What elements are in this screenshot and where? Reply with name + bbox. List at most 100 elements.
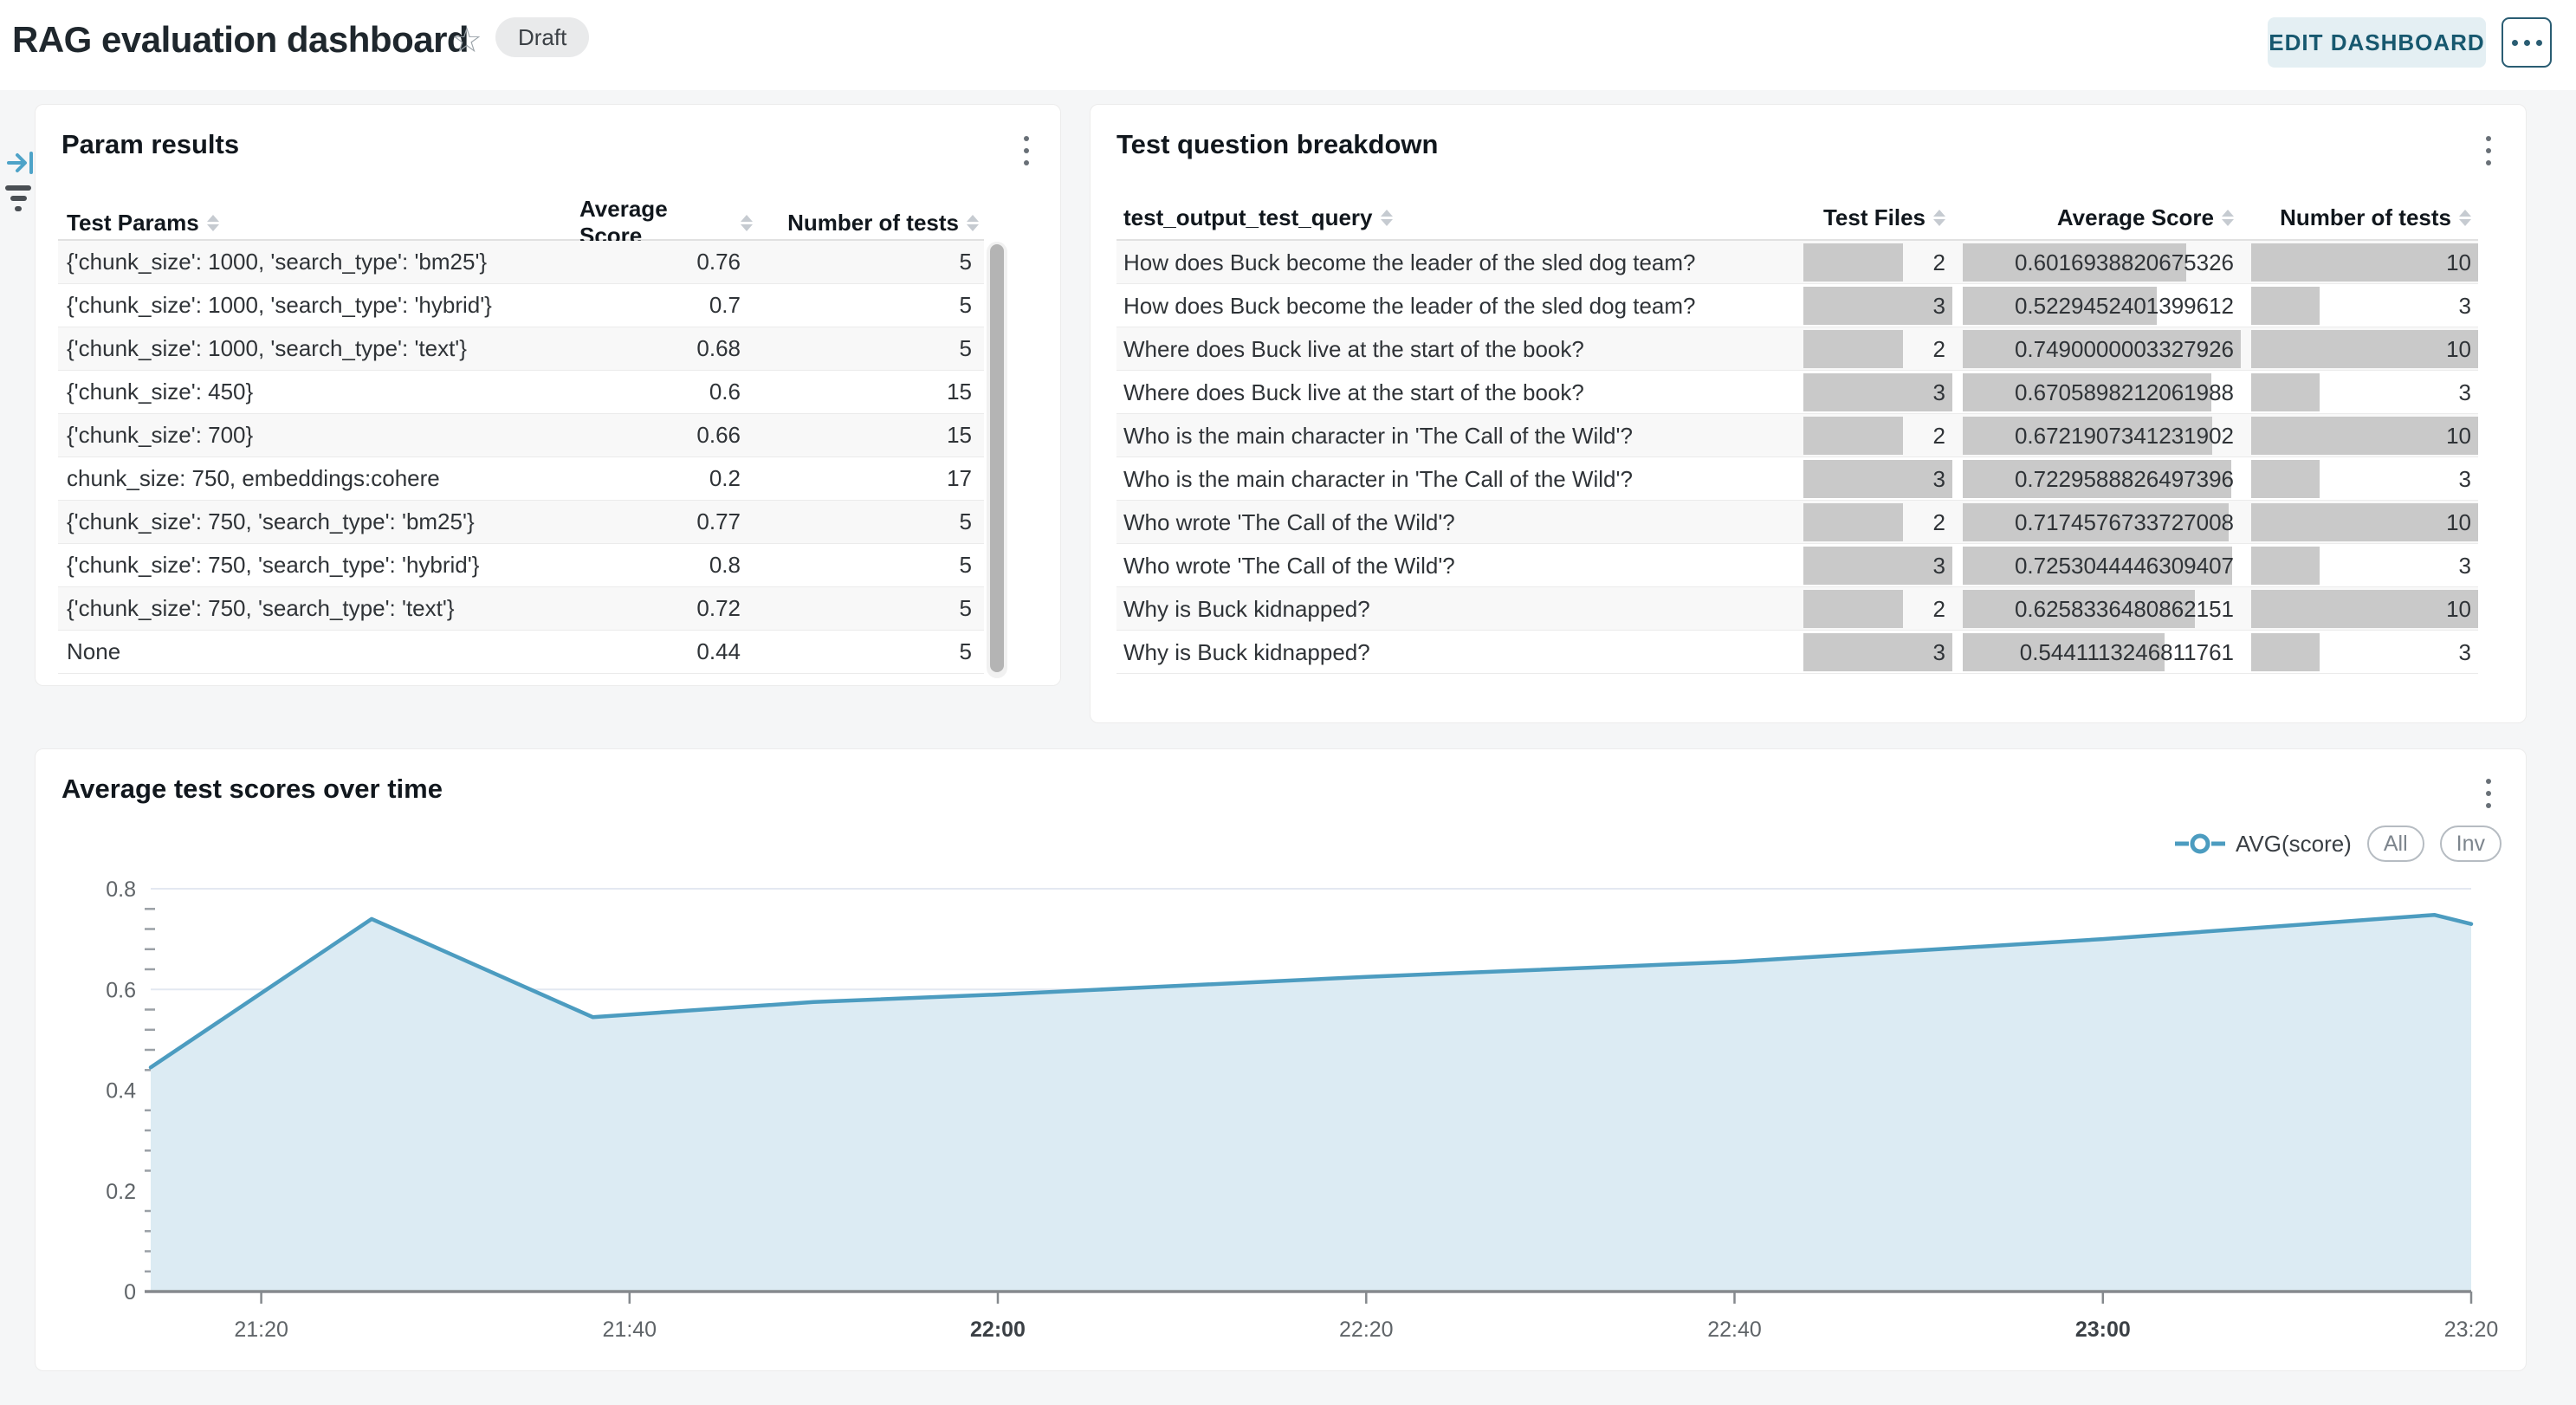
data-bar — [1803, 417, 1903, 455]
cell-test-params: {'chunk_size': 1000, 'search_type': 'tex… — [58, 335, 579, 362]
cell-average-score: 0.7253044446309407 — [1952, 544, 2241, 587]
scrollbar-thumb[interactable] — [990, 244, 1004, 672]
table-row: {'chunk_size': 1000, 'search_type': 'hyb… — [58, 284, 984, 327]
table-row: {'chunk_size': 750, 'search_type': 'bm25… — [58, 501, 984, 544]
data-bar — [2251, 590, 2478, 628]
cell-query: Where does Buck live at the start of the… — [1116, 336, 1793, 363]
cell-number-of-tests: 15 — [753, 422, 984, 449]
svg-text:23:00: 23:00 — [2075, 1318, 2131, 1342]
cell-number-of-tests: 5 — [753, 335, 984, 362]
cell-query: Why is Buck kidnapped? — [1116, 639, 1793, 666]
sort-icon — [2459, 210, 2471, 226]
cell-number-of-tests: 10 — [2241, 414, 2478, 457]
legend-item-avg-score[interactable]: AVG(score) — [2175, 831, 2352, 858]
table-row: {'chunk_size': 1000, 'search_type': 'tex… — [58, 327, 984, 371]
column-header-query[interactable]: test_output_test_query — [1116, 204, 1793, 231]
cell-average-score: 0.77 — [579, 508, 753, 535]
cell-average-score: 0.7229588826497396 — [1952, 457, 2241, 501]
scores-chart-svg: 21:2021:4022:0022:2022:4023:0023:2000.20… — [42, 876, 2520, 1361]
svg-text:23:20: 23:20 — [2444, 1318, 2499, 1342]
page-header: RAG evaluation dashboard ☆ Draft EDIT DA… — [0, 0, 2576, 90]
cell-number-of-tests: 5 — [753, 249, 984, 275]
table-row: Who wrote 'The Call of the Wild'? 2 0.71… — [1116, 501, 2478, 544]
cell-average-score: 0.6016938820675326 — [1952, 241, 2241, 284]
cell-query: Who is the main character in 'The Call o… — [1116, 466, 1793, 493]
param-results-rows: {'chunk_size': 1000, 'search_type': 'bm2… — [58, 241, 984, 674]
cell-query: Who is the main character in 'The Call o… — [1116, 423, 1793, 450]
favorite-star-icon[interactable]: ☆ — [451, 21, 482, 61]
cell-average-score: 0.6 — [579, 379, 753, 405]
question-breakdown-card: Test question breakdown test_output_test… — [1090, 104, 2527, 723]
table-row: {'chunk_size': 750, 'search_type': 'hybr… — [58, 544, 984, 587]
cell-average-score: 0.76 — [579, 249, 753, 275]
collapse-panel-icon[interactable] — [7, 149, 35, 181]
cell-number-of-tests: 10 — [2241, 587, 2478, 631]
card-title: Test question breakdown — [1116, 129, 1438, 160]
range-button-inv[interactable]: Inv — [2440, 826, 2502, 862]
table-row: {'chunk_size': 450} 0.6 15 — [58, 371, 984, 414]
cell-query: Who wrote 'The Call of the Wild'? — [1116, 509, 1793, 536]
cell-average-score: 0.6705898212061988 — [1952, 371, 2241, 414]
cell-number-of-tests: 5 — [753, 552, 984, 579]
table-row: {'chunk_size': 750, 'search_type': 'text… — [58, 587, 984, 631]
card-title: Average test scores over time — [61, 774, 443, 805]
cell-test-files: 3 — [1793, 457, 1952, 501]
column-header-number-of-tests[interactable]: Number of tests — [753, 210, 984, 236]
card-menu-kebab-icon[interactable] — [2482, 775, 2495, 812]
page-title: RAG evaluation dashboard — [12, 19, 469, 61]
cell-number-of-tests: 10 — [2241, 241, 2478, 284]
cell-average-score: 0.6721907341231902 — [1952, 414, 2241, 457]
cell-test-params: {'chunk_size': 1000, 'search_type': 'bm2… — [58, 249, 579, 275]
cell-query: Who wrote 'The Call of the Wild'? — [1116, 553, 1793, 579]
question-breakdown-rows: How does Buck become the leader of the s… — [1116, 241, 2478, 674]
param-results-card: Param results Test Params Average Score … — [35, 104, 1061, 686]
range-button-all[interactable]: All — [2367, 826, 2424, 862]
data-bar — [2251, 330, 2478, 368]
cell-query: Why is Buck kidnapped? — [1116, 596, 1793, 623]
column-header-average-score[interactable]: Average Score — [1952, 204, 2241, 231]
data-bar — [2251, 633, 2320, 671]
table-scrollbar — [987, 242, 1007, 678]
cell-number-of-tests: 3 — [2241, 371, 2478, 414]
cell-number-of-tests: 5 — [753, 292, 984, 319]
table-row: Who wrote 'The Call of the Wild'? 3 0.72… — [1116, 544, 2478, 587]
cell-average-score: 0.2 — [579, 465, 753, 492]
card-menu-kebab-icon[interactable] — [1020, 133, 1032, 169]
more-options-button[interactable] — [2502, 17, 2552, 68]
table-row: Why is Buck kidnapped? 2 0.6258336480862… — [1116, 587, 2478, 631]
edit-dashboard-button[interactable]: EDIT DASHBOARD — [2268, 17, 2486, 68]
table-header-row: test_output_test_query Test Files Averag… — [1116, 196, 2478, 241]
svg-text:22:00: 22:00 — [970, 1318, 1026, 1342]
cell-test-params: {'chunk_size': 750, 'search_type': 'text… — [58, 595, 579, 622]
cell-test-params: {'chunk_size': 1000, 'search_type': 'hyb… — [58, 292, 579, 319]
cell-test-params: None — [58, 638, 579, 665]
table-row: Where does Buck live at the start of the… — [1116, 327, 2478, 371]
cell-test-files: 2 — [1793, 587, 1952, 631]
cell-number-of-tests: 10 — [2241, 327, 2478, 371]
cell-test-files: 3 — [1793, 284, 1952, 327]
cell-test-files: 2 — [1793, 241, 1952, 284]
svg-text:0: 0 — [124, 1280, 136, 1305]
cell-test-files: 2 — [1793, 414, 1952, 457]
data-bar — [1803, 633, 1952, 671]
cell-number-of-tests: 5 — [753, 638, 984, 665]
cell-number-of-tests: 3 — [2241, 631, 2478, 674]
ellipsis-icon — [2524, 40, 2530, 46]
cell-number-of-tests: 10 — [2241, 501, 2478, 544]
column-header-test-files[interactable]: Test Files — [1793, 204, 1952, 231]
data-bar — [1803, 547, 1952, 585]
table-header-row: Test Params Average Score Number of test… — [58, 196, 984, 241]
cell-query: Where does Buck live at the start of the… — [1116, 379, 1793, 406]
table-row: How does Buck become the leader of the s… — [1116, 241, 2478, 284]
card-menu-kebab-icon[interactable] — [2482, 133, 2495, 169]
cell-average-score: 0.7174576733727008 — [1952, 501, 2241, 544]
cell-average-score: 0.5229452401399612 — [1952, 284, 2241, 327]
filter-icon[interactable] — [5, 185, 31, 211]
column-header-number-of-tests[interactable]: Number of tests — [2241, 204, 2478, 231]
data-bar — [2251, 503, 2478, 541]
cell-average-score: 0.72 — [579, 595, 753, 622]
cell-test-params: {'chunk_size': 750, 'search_type': 'hybr… — [58, 552, 579, 579]
column-header-test-params[interactable]: Test Params — [58, 210, 579, 236]
sort-icon — [207, 215, 219, 231]
cell-number-of-tests: 17 — [753, 465, 984, 492]
